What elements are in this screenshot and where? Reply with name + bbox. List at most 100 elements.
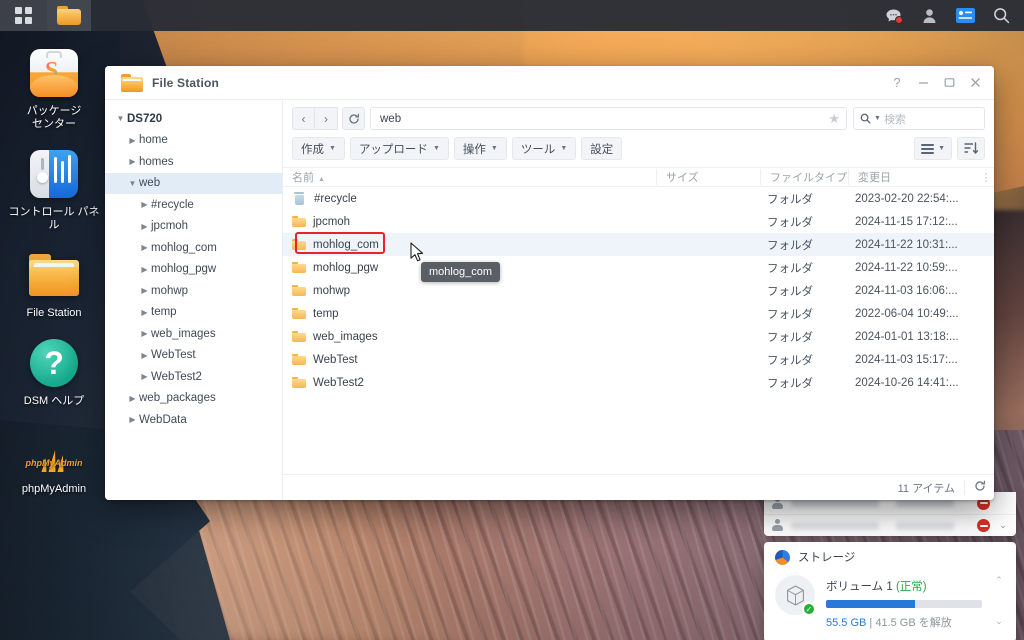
table-row[interactable]: WebTest2 フォルダ 2024-10-26 14:41:... [283,371,994,394]
stop-icon[interactable] [977,519,990,532]
chevron-right-icon[interactable]: ▶ [138,308,151,317]
table-row[interactable]: WebTest フォルダ 2024-11-03 15:17:... [283,348,994,371]
notifications-button[interactable] [876,0,910,31]
table-row[interactable]: mohlog_pgw フォルダ 2024-11-22 10:59:... [283,256,994,279]
search-icon [860,113,871,124]
cell-name: web_images [283,331,654,343]
column-header-name[interactable]: 名前 ▲ [283,169,656,185]
sidebar-item-recycle[interactable]: ▶ #recycle [105,194,282,216]
close-button[interactable] [962,70,988,96]
table-row[interactable]: mohlog_com フォルダ 2024-11-22 10:31:... [283,233,994,256]
chevron-right-icon[interactable]: ▶ [138,372,151,381]
sidebar-item-jpcmoh[interactable]: ▶ jpcmoh [105,216,282,238]
user-menu-button[interactable] [912,0,946,31]
chevron-right-icon[interactable]: ▶ [138,243,151,252]
toolbar-button-2[interactable]: 操作 ▼ [453,137,507,160]
desktop-icon-file-station[interactable]: File Station [0,242,108,324]
sidebar-item-webpackages[interactable]: ▶ web_packages [105,388,282,410]
desktop-icon-package-center[interactable]: S パッケージ センター [0,40,108,135]
sidebar-item-mohwp[interactable]: ▶ mohwp [105,280,282,302]
refresh-button[interactable] [342,107,365,130]
toolbar-button-1[interactable]: アップロード ▼ [349,137,449,160]
sidebar-item-mohlogpgw[interactable]: ▶ mohlog_pgw [105,259,282,281]
toolbar-button-4[interactable]: 設定 [581,137,623,160]
sidebar-item-label: temp [151,306,177,319]
sidebar-item-mohlogcom[interactable]: ▶ mohlog_com [105,237,282,259]
chevron-right-icon[interactable]: ▶ [138,351,151,360]
sidebar-item-temp[interactable]: ▶ temp [105,302,282,324]
table-row[interactable]: temp フォルダ 2022-06-04 10:49:... [283,302,994,325]
chevron-down-icon[interactable]: ▼ [114,114,127,123]
redacted-text [896,521,954,530]
window-title-bar[interactable]: File Station ? [105,66,994,99]
column-options-icon[interactable]: ⋮ [978,171,994,184]
sort-arrow-icon: ▲ [318,176,325,183]
chevron-right-icon[interactable]: ▶ [126,415,139,424]
sidebar-item-home[interactable]: ▶ home [105,130,282,152]
desktop-icon-dsm-help[interactable]: ? DSM ヘルプ [0,330,108,412]
table-header-row: 名前 ▲ サイズ ファイルタイプ 変更日 ⋮ [283,167,994,187]
help-button[interactable]: ? [884,70,910,96]
file-name: mohwp [313,284,351,297]
maximize-button[interactable] [936,70,962,96]
forward-button[interactable]: › [315,107,338,130]
toolbar: ‹ › web ★ ▼ 検索 作成 ▼ アップロード ▼ 操作 ▼ ツール ▼ … [283,100,994,167]
view-options-group: ▼ [914,137,985,160]
chevron-right-icon[interactable]: ▶ [138,200,151,209]
app-menu-button[interactable] [0,0,47,31]
folder-icon [292,377,306,388]
widget-panel-button[interactable] [948,0,982,31]
window-body: ▼ DS720 ▶ home ▶ homes ▼ web ▶ #recycle ▶ jpcmoh ▶ mo… [105,99,994,500]
chevron-right-icon[interactable]: ▶ [126,136,139,145]
search-button[interactable] [984,0,1018,31]
star-icon[interactable]: ★ [828,111,840,127]
file-table: 名前 ▲ サイズ ファイルタイプ 変更日 ⋮ #recycle フォルダ 2023-02-20… [283,167,994,474]
table-row[interactable]: web_images フォルダ 2024-01-01 13:18:... [283,325,994,348]
table-row[interactable]: jpcmoh フォルダ 2024-11-15 17:12:... [283,210,994,233]
chevron-right-icon[interactable]: ▶ [138,222,151,231]
chevron-down-icon[interactable]: ⌄ [997,520,1009,531]
chevron-right-icon[interactable]: ▶ [138,265,151,274]
chevron-down-icon[interactable]: ▼ [874,115,881,122]
toolbar-button-label: ツール [520,143,556,156]
sort-button[interactable] [957,137,985,160]
back-button[interactable]: ‹ [292,107,315,130]
file-name: mohlog_pgw [313,261,379,274]
sidebar-item-webdata[interactable]: ▶ WebData [105,409,282,431]
sidebar-item-homes[interactable]: ▶ homes [105,151,282,173]
sidebar-item-webimages[interactable]: ▶ web_images [105,323,282,345]
column-header-date[interactable]: 変更日 [848,169,978,185]
column-header-size[interactable]: サイズ [656,169,760,185]
check-circle-icon: ✓ [802,602,816,616]
column-header-type[interactable]: ファイルタイプ [760,169,848,185]
list-item[interactable]: ⌄ [764,514,1016,536]
sidebar-item-ds720[interactable]: ▼ DS720 [105,108,282,130]
storage-scroll-arrows: ⌃ ⌄ [993,575,1005,627]
chevron-up-icon[interactable]: ⌃ [995,575,1003,586]
path-input[interactable]: web ★ [370,107,847,130]
minimize-button[interactable] [910,70,936,96]
chevron-down-icon[interactable]: ⌄ [995,616,1003,627]
sidebar-item-webtest[interactable]: ▶ WebTest [105,345,282,367]
table-row[interactable]: mohwp フォルダ 2024-11-03 16:06:... [283,279,994,302]
desktop-icon-control-panel[interactable]: コントロール パネル [0,141,108,236]
view-mode-button[interactable]: ▼ [914,137,952,160]
chevron-right-icon[interactable]: ▶ [126,157,139,166]
refresh-button[interactable] [964,480,986,495]
sidebar-item-webtest2[interactable]: ▶ WebTest2 [105,366,282,388]
sidebar-item-label: mohlog_pgw [151,263,217,276]
sidebar-item-label: mohwp [151,284,189,297]
toolbar-button-3[interactable]: ツール ▼ [511,137,577,160]
chevron-right-icon[interactable]: ▶ [138,286,151,295]
taskbar-item-file-station[interactable] [47,0,91,31]
sidebar-item-label: web_packages [139,392,216,405]
chevron-right-icon[interactable]: ▶ [138,329,151,338]
desktop-icon-phpmyadmin[interactable]: phpMyAdmin phpMyAdmin [0,418,108,500]
chevron-down-icon[interactable]: ▼ [126,179,139,188]
desktop-icon-label-line2: センター [32,118,76,130]
table-row[interactable]: #recycle フォルダ 2023-02-20 22:54:... [283,187,994,210]
chevron-right-icon[interactable]: ▶ [126,394,139,403]
toolbar-button-0[interactable]: 作成 ▼ [292,137,345,160]
sidebar-item-web[interactable]: ▼ web [105,172,282,194]
search-input[interactable]: ▼ 検索 [853,107,985,130]
